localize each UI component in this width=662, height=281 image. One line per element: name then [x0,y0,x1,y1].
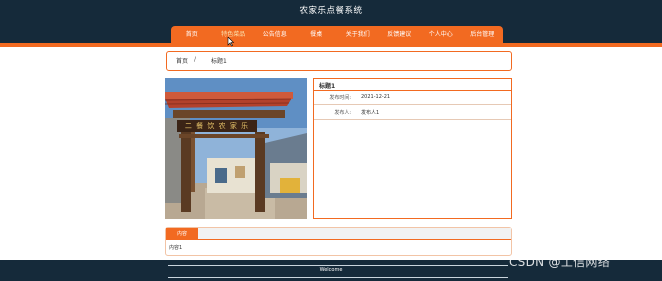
publisher-label: 发布人: [334,110,351,116]
breadcrumb-current: 标题1 [211,58,227,65]
gate-sign-text: 二 餐 饮 农 家 乐 [184,122,250,130]
content-section: 内容 内容1 [165,227,512,256]
watermark: CSDN @工信网络 [509,255,611,269]
publish-time-value: 2021-12-21 [361,94,391,100]
detail-panel: 标题1 发布时间: 2021-12-21 发布人: 发布人1 [313,78,512,219]
header-accent-bar [0,43,662,47]
tab-content[interactable]: 内容 [166,228,198,240]
publisher-value: 发布人1 [361,110,380,116]
footer-divider-top [168,265,508,266]
site-title: 农家乐点餐系统 [299,6,363,16]
mouse-cursor-icon [227,37,235,47]
content-tab-bar: 内容 [166,228,511,240]
content-text: 内容1 [169,245,183,251]
breadcrumb: 首页 / 标题1 [166,51,512,71]
publish-time-row: 发布时间: 2021-12-21 [314,91,511,105]
detail-title: 标题1 [319,83,336,90]
breadcrumb-separator: / [194,56,197,63]
item-photo: 二 餐 饮 农 家 乐 [165,78,307,219]
publish-time-label: 发布时间: [329,95,351,101]
publisher-row: 发布人: 发布人1 [314,106,511,120]
footer-divider-bottom [168,277,508,278]
breadcrumb-home-link[interactable]: 首页 [176,56,188,65]
